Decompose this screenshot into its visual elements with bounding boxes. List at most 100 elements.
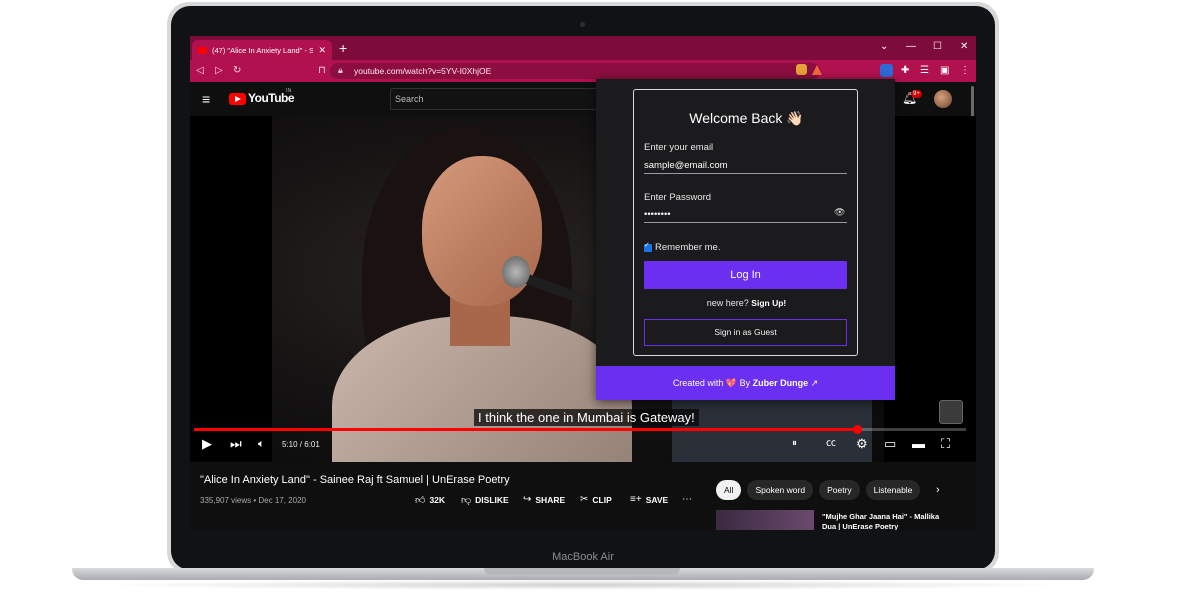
chip-listenable[interactable]: Listenable	[865, 480, 921, 500]
chip-all[interactable]: All	[716, 480, 742, 500]
chip-spoken-word[interactable]: Spoken word	[747, 480, 814, 500]
thumbs-down-icon: 👎︎	[461, 495, 472, 506]
settings-gear-icon[interactable]: ⚙	[856, 436, 868, 452]
avatar[interactable]	[934, 90, 952, 108]
playlist-add-icon: ≡+	[630, 494, 642, 505]
signup-link[interactable]: Sign Up!	[751, 298, 786, 308]
recommendation-title[interactable]: "Mujhe Ghar Jaana Hai" - Mallika Dua | U…	[822, 512, 942, 530]
microphone	[502, 256, 530, 288]
thumbs-up-icon: 👍︎	[415, 495, 426, 506]
signup-prompt: new here? Sign Up!	[634, 298, 859, 308]
next-icon[interactable]: ⏭︎	[230, 436, 242, 452]
dislike-button[interactable]: 👎︎ DISLIKE	[461, 494, 509, 506]
eye-slash-icon[interactable]: 👁︎	[834, 207, 845, 218]
laptop-shadow	[90, 580, 1076, 590]
save-button[interactable]: ≡+ SAVE	[630, 494, 668, 505]
share-button[interactable]: ↪ SHARE	[523, 494, 565, 505]
progress-bar[interactable]	[194, 425, 966, 434]
video-meta: 335,907 views • Dec 17, 2020	[200, 496, 306, 505]
bookmark-icon[interactable]: ⊓	[318, 64, 326, 77]
rewards-icon[interactable]	[812, 65, 822, 75]
miniplayer-icon[interactable]: ▭	[884, 436, 896, 452]
subtitle-caption: I think the one in Mumbai is Gateway!	[474, 409, 699, 426]
tab-title: (47) "Alice In Anxiety Land" - Sain	[212, 45, 314, 55]
hamburger-icon[interactable]: ≡	[202, 92, 210, 106]
remember-me-checkbox[interactable]: Remember me.	[644, 241, 721, 253]
footer-prefix: Created with	[672, 378, 724, 388]
email-field[interactable]: sample@email.com	[644, 160, 847, 174]
device-label: MacBook Air	[552, 551, 614, 563]
theater-mode-icon[interactable]: ▬	[912, 436, 925, 452]
like-count: 32K	[429, 495, 446, 505]
chip-poetry[interactable]: Poetry	[819, 480, 860, 500]
video-title: "Alice In Anxiety Land" - Sainee Raj ft …	[200, 474, 510, 486]
extension-active-icon[interactable]	[880, 64, 893, 77]
autoplay-toggle-icon[interactable]: ⏸︎	[792, 436, 797, 452]
like-button[interactable]: 👍︎ 32K	[415, 494, 445, 506]
notification-badge: 9+	[911, 90, 922, 98]
tab-youtube[interactable]: (47) "Alice In Anxiety Land" - Sain ✕	[192, 40, 332, 60]
menu-icon[interactable]: ⋮	[960, 64, 970, 77]
youtube-favicon-icon	[198, 46, 207, 54]
scissors-icon: ✂	[580, 494, 589, 505]
checkbox-checked-icon[interactable]	[644, 241, 652, 252]
guest-signin-button[interactable]: Sign in as Guest	[644, 319, 847, 346]
url-text: youtube.com/watch?v=5YV-I0XhjOE	[354, 66, 492, 76]
close-window-icon[interactable]: ✕	[960, 41, 968, 52]
lock-icon: 🔒︎	[338, 65, 343, 75]
reading-list-icon[interactable]: ☰	[920, 64, 929, 77]
back-icon[interactable]: ◁	[196, 64, 204, 77]
credits-footer: Created with 💖 By Zuber Dunge ↗	[596, 366, 895, 400]
recommendation-thumbnail[interactable]	[716, 510, 814, 530]
laptop-notch	[484, 568, 680, 575]
new-tab-icon[interactable]: +	[339, 41, 347, 55]
search-placeholder: Search	[395, 94, 424, 104]
filter-chips: All Spoken word Poetry Listenable	[716, 480, 921, 500]
reload-icon[interactable]: ↻	[233, 64, 241, 77]
address-bar[interactable]: 🔒︎ youtube.com/watch?v=5YV-I0XhjOE	[330, 63, 820, 79]
puzzle-icon[interactable]: ✚	[901, 64, 909, 77]
country-code: IN	[286, 88, 292, 94]
more-icon: ⋯	[682, 494, 692, 505]
login-button[interactable]: Log In	[644, 261, 847, 289]
clip-button[interactable]: ✂ CLIP	[580, 494, 612, 505]
search-input[interactable]: Search	[390, 88, 605, 110]
webcam	[580, 22, 585, 27]
email-label: Enter your email	[644, 142, 714, 153]
remember-label: Remember me.	[655, 242, 721, 253]
heart-icon: 💖	[725, 378, 738, 388]
external-link-icon[interactable]: ↗	[811, 378, 819, 388]
forward-icon[interactable]: ▷	[215, 64, 223, 77]
close-tab-icon[interactable]: ✕	[318, 45, 326, 56]
footer-by: By	[739, 378, 751, 388]
password-field[interactable]: ••••••••	[644, 209, 847, 223]
screen: (47) "Alice In Anxiety Land" - Sain ✕ + …	[190, 36, 976, 530]
tab-search-icon[interactable]: ⌄	[880, 41, 888, 52]
clip-label: CLIP	[592, 494, 612, 505]
maximize-icon[interactable]: ☐	[933, 41, 942, 52]
wallet-icon[interactable]: ▣	[940, 64, 949, 77]
save-label: SAVE	[645, 494, 669, 505]
extension-popup: Welcome Back 👋🏻 Enter your email sample@…	[596, 79, 895, 400]
play-icon[interactable]: ▶	[202, 436, 212, 452]
youtube-logo-icon[interactable]	[229, 93, 246, 105]
time-display: 5:10 / 6:01	[282, 440, 320, 449]
fullscreen-icon[interactable]: ⛶	[941, 436, 950, 452]
channel-watermark-icon[interactable]	[939, 400, 963, 424]
welcome-heading: Welcome Back 👋🏻	[689, 110, 804, 126]
progress-fill	[194, 428, 858, 431]
volume-icon[interactable]: 🔈︎	[258, 436, 265, 452]
brave-shield-icon[interactable]	[796, 64, 807, 75]
password-label: Enter Password	[644, 192, 712, 203]
minimize-icon[interactable]: —	[906, 41, 916, 52]
new-here-text: new here?	[706, 298, 749, 308]
login-card: Welcome Back 👋🏻 Enter your email sample@…	[633, 89, 858, 356]
author-link[interactable]: Zuber Dunge	[753, 378, 809, 388]
chevron-right-icon[interactable]: ›	[936, 484, 940, 496]
share-label: SHARE	[535, 494, 566, 505]
tab-strip: (47) "Alice In Anxiety Land" - Sain ✕ + …	[190, 36, 976, 60]
more-actions-button[interactable]: ⋯	[682, 494, 692, 505]
captions-icon[interactable]: ㏄	[826, 436, 836, 452]
share-arrow-icon: ↪	[523, 494, 532, 505]
dislike-label: DISLIKE	[475, 495, 509, 505]
